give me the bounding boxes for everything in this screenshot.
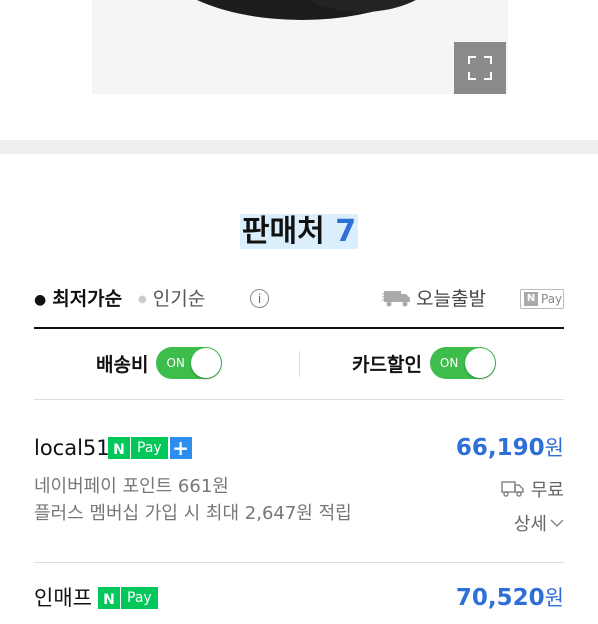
sort-bar: ● 최저가순 ● 인기순 i 오늘출발 N Pay — [34, 284, 564, 314]
seller-row[interactable]: 인매프 N Pay 70,520원 — [34, 584, 564, 624]
section-divider — [0, 140, 598, 154]
plus-membership-text: 플러스 멤버십 가입 시 최대 2,647원 적립 — [34, 503, 352, 524]
detail-button[interactable]: 상세 — [514, 510, 564, 536]
chevron-down-icon — [550, 519, 564, 528]
shipping-toggle-group: 배송비 ON — [96, 347, 223, 379]
toggle-divider — [34, 399, 564, 400]
seller-price[interactable]: 70,520원 — [456, 584, 564, 612]
sort-popularity[interactable]: ● 인기순 — [138, 284, 205, 315]
seller-divider — [34, 562, 564, 563]
toggle-knob — [464, 348, 495, 378]
expand-button[interactable] — [454, 42, 506, 94]
card-discount-toggle[interactable]: ON — [429, 347, 496, 379]
npay-badge: N Pay + — [108, 437, 192, 459]
seller-price[interactable]: 66,190원 — [456, 434, 564, 462]
npay-badge: N Pay — [98, 587, 158, 609]
toggle-knob — [191, 348, 222, 378]
truck-icon — [382, 291, 410, 307]
sellers-title: 판매처 7 — [0, 206, 598, 250]
npay-n-icon: N — [98, 587, 120, 609]
card-discount-toggle-label: 카드할인 — [352, 353, 422, 376]
product-image[interactable] — [92, 0, 508, 94]
sellers-title-text: 판매처 — [241, 214, 325, 249]
shipping-toggle-label: 배송비 — [96, 353, 149, 376]
seller-name[interactable]: 인매프 — [34, 584, 92, 612]
card-discount-toggle-group: 카드할인 ON — [352, 347, 496, 379]
shipping-toggle[interactable]: ON — [156, 347, 223, 379]
plus-membership-icon: + — [169, 437, 192, 459]
seller-name[interactable]: local51 — [34, 434, 110, 462]
shipping-info: 무료 — [501, 476, 564, 502]
today-delivery-filter[interactable]: 오늘출발 — [416, 284, 486, 314]
npay-n-icon: N — [108, 437, 130, 459]
sellers-count: 7 — [335, 214, 357, 249]
npay-point-text: 네이버페이 포인트 661원 — [34, 476, 229, 497]
active-dot-icon: ● — [34, 291, 47, 308]
toggle-separator — [299, 351, 300, 377]
sort-lowest-price[interactable]: ● 최저가순 — [34, 284, 122, 315]
filter-toggles: 배송비 ON 카드할인 ON — [34, 329, 564, 399]
info-icon[interactable]: i — [250, 289, 269, 308]
inactive-dot-icon: ● — [138, 293, 147, 305]
truck-icon — [501, 481, 524, 497]
expand-icon — [468, 56, 492, 80]
npay-n-icon: N — [524, 292, 538, 306]
npay-filter[interactable]: N Pay — [520, 289, 564, 309]
seller-row[interactable]: local51 N Pay + 66,190원 네이버페이 포인트 661원 플… — [34, 434, 564, 554]
